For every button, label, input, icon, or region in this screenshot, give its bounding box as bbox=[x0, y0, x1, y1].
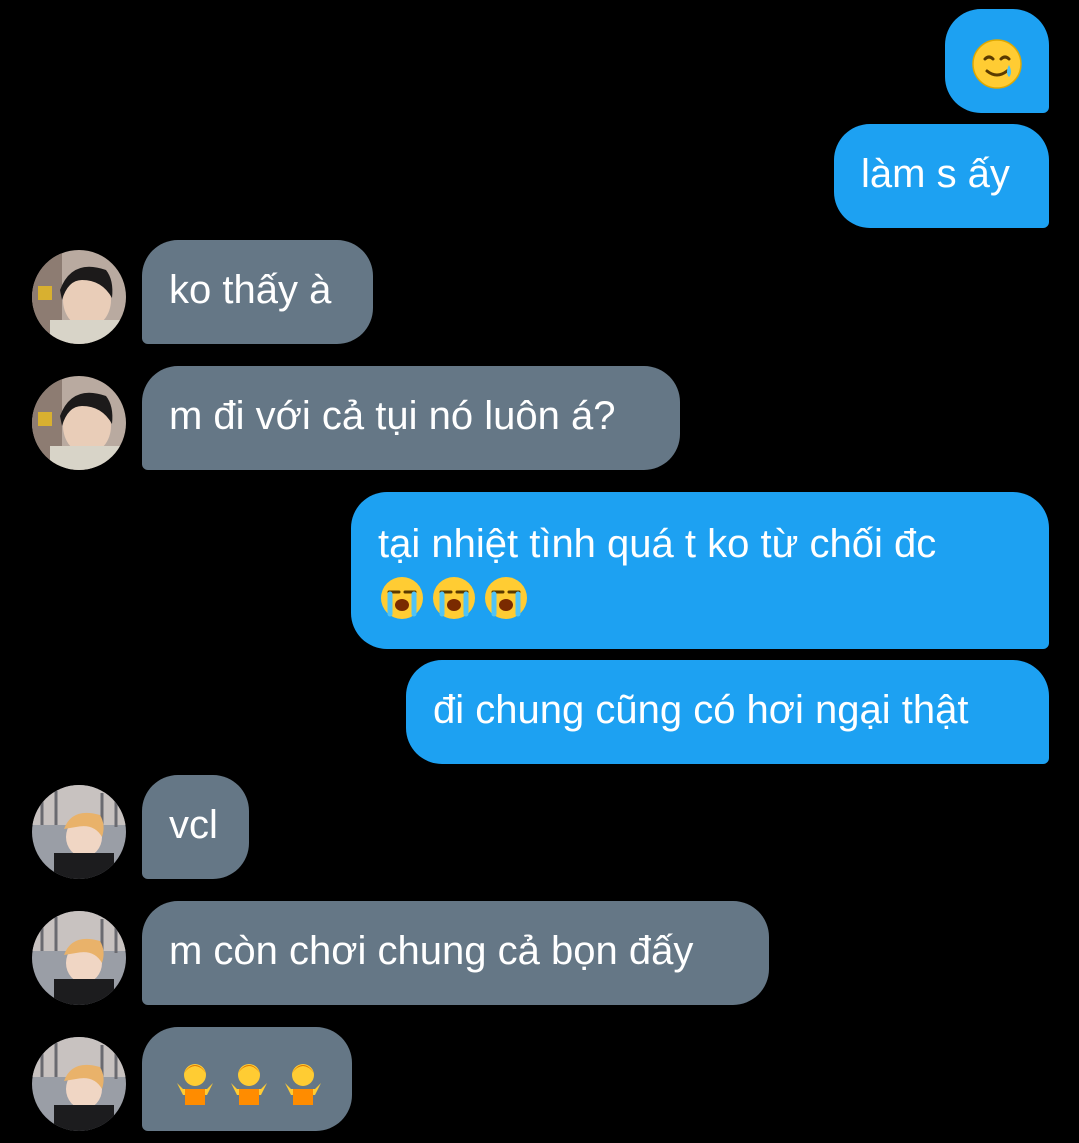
avatar[interactable] bbox=[32, 250, 126, 344]
message-bubble-incoming[interactable]: vcl bbox=[142, 775, 249, 879]
message-text: m còn chơi chung cả bọn đấy bbox=[169, 929, 694, 973]
avatar[interactable] bbox=[32, 785, 126, 879]
message-bubble-outgoing[interactable]: làm s ấy bbox=[834, 124, 1049, 228]
avatar[interactable] bbox=[32, 1037, 126, 1131]
message-text: làm s ấy bbox=[861, 152, 1010, 196]
message-bubble-outgoing[interactable]: đi chung cũng có hơi ngại thật bbox=[406, 660, 1049, 764]
emoji-row bbox=[378, 570, 1022, 622]
message-text: tại nhiệt tình quá t ko từ chối đc bbox=[378, 522, 937, 566]
loudly-crying-face-icon bbox=[485, 577, 527, 620]
person-shrugging-icon bbox=[285, 1064, 321, 1106]
message-bubble-outgoing[interactable] bbox=[945, 9, 1049, 113]
message-bubble-incoming[interactable] bbox=[142, 1027, 352, 1131]
loudly-crying-face-icon bbox=[433, 577, 475, 620]
message-bubble-incoming[interactable]: m đi với cả tụi nó luôn á? bbox=[142, 366, 680, 470]
message-text: m đi với cả tụi nó luôn á? bbox=[169, 394, 616, 438]
message-bubble-incoming[interactable]: m còn chơi chung cả bọn đấy bbox=[142, 901, 769, 1005]
loudly-crying-face-icon bbox=[381, 577, 423, 620]
message-text: đi chung cũng có hơi ngại thật bbox=[433, 688, 969, 732]
person-shrugging-icon bbox=[177, 1064, 213, 1106]
avatar[interactable] bbox=[32, 911, 126, 1005]
message-text: ko thấy à bbox=[169, 268, 332, 312]
avatar[interactable] bbox=[32, 376, 126, 470]
message-bubble-incoming[interactable]: ko thấy à bbox=[142, 240, 373, 344]
message-bubble-outgoing[interactable]: tại nhiệt tình quá t ko từ chối đc bbox=[351, 492, 1049, 649]
person-shrugging-icon bbox=[231, 1064, 267, 1106]
message-text: vcl bbox=[169, 803, 218, 847]
smiling-face-with-tear-icon bbox=[972, 39, 1022, 89]
